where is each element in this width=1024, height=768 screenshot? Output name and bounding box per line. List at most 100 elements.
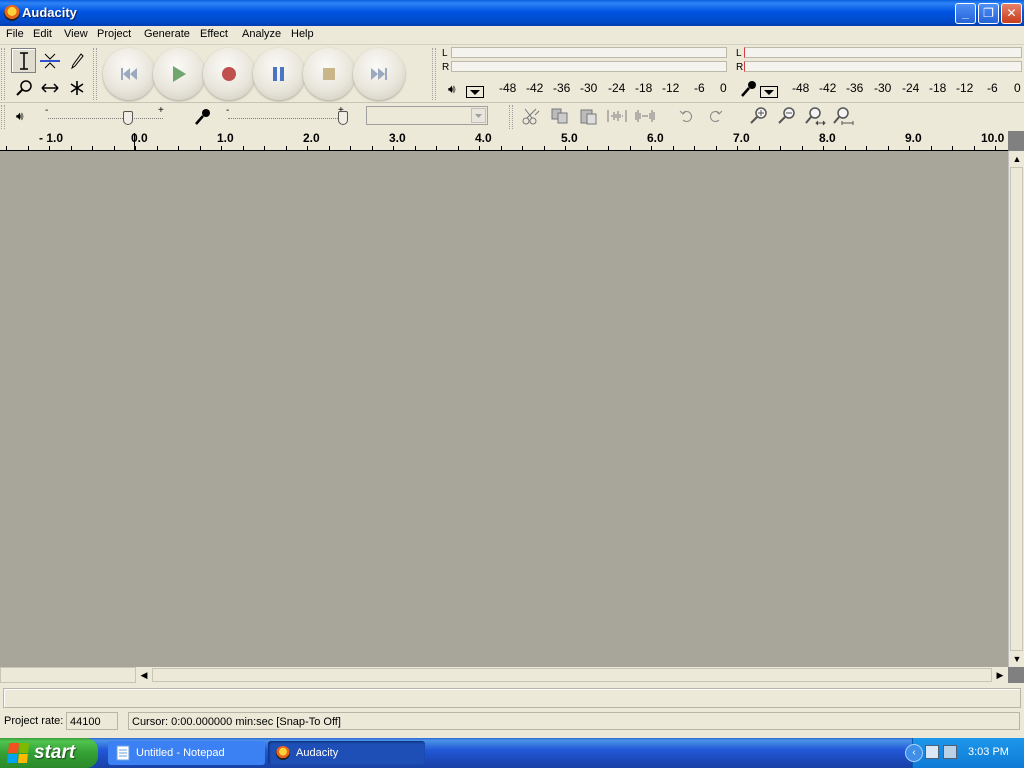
track-panel[interactable] bbox=[0, 151, 1008, 667]
trim-icon bbox=[607, 110, 627, 122]
menu-effect[interactable]: Effect bbox=[200, 28, 228, 40]
ruler-tick bbox=[888, 146, 889, 150]
ruler-tick bbox=[49, 146, 50, 150]
fit-selection-button[interactable] bbox=[802, 104, 828, 128]
toolbar-grip[interactable] bbox=[1, 48, 5, 100]
silence-icon bbox=[635, 110, 655, 122]
trim-button[interactable] bbox=[604, 104, 630, 128]
paste-button[interactable] bbox=[576, 104, 602, 128]
skip-start-button[interactable] bbox=[103, 48, 155, 100]
input-source-select[interactable] bbox=[366, 106, 488, 125]
fit-project-icon bbox=[833, 107, 854, 125]
record-button[interactable] bbox=[203, 48, 255, 100]
zoom-in-button[interactable] bbox=[746, 104, 772, 128]
ruler-tick bbox=[286, 146, 287, 150]
play-button[interactable] bbox=[153, 48, 205, 100]
ruler-tick bbox=[974, 146, 975, 150]
project-rate-label: Project rate: bbox=[4, 715, 64, 727]
meter-tick: -42 bbox=[819, 81, 837, 95]
record-meter-dropdown[interactable] bbox=[760, 86, 778, 98]
zoom-out-icon bbox=[778, 107, 795, 124]
menu-project[interactable]: Project bbox=[97, 28, 131, 40]
output-volume-thumb[interactable] bbox=[123, 111, 133, 125]
menu-generate[interactable]: Generate bbox=[144, 28, 190, 40]
zoom-tool-button[interactable] bbox=[11, 75, 36, 100]
horizontal-scroll-gap bbox=[0, 667, 136, 683]
start-button[interactable]: start bbox=[0, 738, 98, 768]
menu-file[interactable]: File bbox=[6, 28, 24, 40]
meter-tick: -24 bbox=[608, 81, 626, 95]
restore-button[interactable]: ❐ bbox=[978, 3, 999, 24]
ruler-label: 7.0 bbox=[733, 131, 750, 145]
timeshift-tool-button[interactable] bbox=[37, 75, 62, 100]
microphone-icon[interactable] bbox=[740, 80, 758, 101]
taskbar-item-audacity[interactable]: Audacity bbox=[268, 741, 425, 765]
ruler-tick bbox=[135, 146, 136, 150]
toolbar-grip[interactable] bbox=[93, 48, 97, 100]
project-rate-field[interactable]: 44100 bbox=[66, 712, 118, 730]
zoom-out-button[interactable] bbox=[774, 104, 800, 128]
toolbar-grip[interactable] bbox=[509, 105, 513, 129]
ruler-tick bbox=[92, 146, 93, 150]
menu-edit[interactable]: Edit bbox=[33, 28, 52, 40]
copy-button[interactable] bbox=[547, 104, 573, 128]
menu-view[interactable]: View bbox=[64, 28, 88, 40]
scroll-left-arrow-icon[interactable]: ◀ bbox=[136, 667, 152, 683]
envelope-tool-button[interactable] bbox=[37, 48, 62, 73]
horizontal-scrollbar[interactable]: ◀ ▶ bbox=[0, 667, 1008, 683]
meter-tick: 0 bbox=[1014, 81, 1021, 95]
multi-tool-button[interactable] bbox=[64, 75, 89, 100]
playback-meter-dropdown[interactable] bbox=[466, 86, 484, 98]
menu-help[interactable]: Help bbox=[291, 28, 314, 40]
ruler-tick bbox=[759, 146, 760, 150]
silence-button[interactable] bbox=[632, 104, 658, 128]
selection-tool-button[interactable] bbox=[11, 48, 36, 73]
meter-tick: -12 bbox=[662, 81, 680, 95]
close-button[interactable]: ✕ bbox=[1001, 3, 1022, 24]
scroll-down-arrow-icon[interactable]: ▼ bbox=[1009, 651, 1024, 667]
network-icon[interactable] bbox=[925, 745, 939, 759]
meter-tick: -30 bbox=[580, 81, 598, 95]
speaker-icon[interactable]: 🔊︎ bbox=[448, 82, 456, 97]
meter-tick: -48 bbox=[499, 81, 517, 95]
ruler-tick bbox=[157, 146, 158, 150]
task-label: Untitled - Notepad bbox=[136, 747, 225, 759]
skip-end-button[interactable] bbox=[353, 48, 405, 100]
stop-button[interactable] bbox=[303, 48, 355, 100]
status-bar: Project rate: 44100 Cursor: 0:00.000000 … bbox=[0, 710, 1024, 732]
draw-tool-button[interactable] bbox=[64, 48, 89, 73]
show-hidden-icons-chevron-icon[interactable]: ‹ bbox=[905, 744, 923, 762]
vertical-scrollbar[interactable]: ▲ ▼ bbox=[1008, 151, 1024, 667]
taskbar-item-notepad[interactable]: Untitled - Notepad bbox=[108, 741, 265, 765]
ruler-tick bbox=[544, 146, 545, 150]
horizontal-scroll-thumb[interactable] bbox=[152, 668, 992, 682]
audacity-app-icon bbox=[4, 5, 20, 21]
scroll-up-arrow-icon[interactable]: ▲ bbox=[1009, 151, 1024, 167]
record-meter-right-label: R bbox=[736, 62, 744, 73]
input-volume-slider[interactable] bbox=[228, 118, 346, 119]
input-volume-thumb[interactable] bbox=[338, 111, 348, 125]
ruler-tick bbox=[608, 146, 609, 150]
ruler-label: - 1.0 bbox=[39, 131, 64, 145]
undo-button[interactable] bbox=[674, 104, 700, 128]
toolbar-grip[interactable] bbox=[1, 105, 5, 129]
cut-button[interactable] bbox=[518, 104, 544, 128]
record-meter-scale: -48 -42 -36 -30 -24 -18 -12 -6 0 bbox=[792, 81, 1022, 97]
clock[interactable]: 3:03 PM bbox=[968, 746, 1009, 758]
skip-end-icon bbox=[371, 68, 387, 80]
output-volume-slider[interactable] bbox=[48, 118, 163, 119]
select-arrow-icon[interactable] bbox=[471, 108, 486, 123]
redo-button[interactable] bbox=[702, 104, 728, 128]
display-icon[interactable] bbox=[943, 745, 957, 759]
minimize-button[interactable]: _ bbox=[955, 3, 976, 24]
menu-analyze[interactable]: Analyze bbox=[242, 28, 281, 40]
pause-button[interactable] bbox=[253, 48, 305, 100]
timeline-ruler[interactable]: - 1.0 0.0 1.0 2.0 3.0 4.0 5.0 6.0 7.0 8.… bbox=[0, 131, 1008, 151]
scroll-right-arrow-icon[interactable]: ▶ bbox=[992, 667, 1008, 683]
toolbar-grip[interactable] bbox=[432, 48, 436, 100]
vertical-scroll-thumb[interactable] bbox=[1010, 167, 1023, 651]
output-volume-icon: 🔊︎ bbox=[16, 109, 24, 123]
envelope-icon bbox=[39, 53, 60, 68]
ruler-label: 5.0 bbox=[561, 131, 578, 145]
fit-project-button[interactable] bbox=[830, 104, 856, 128]
